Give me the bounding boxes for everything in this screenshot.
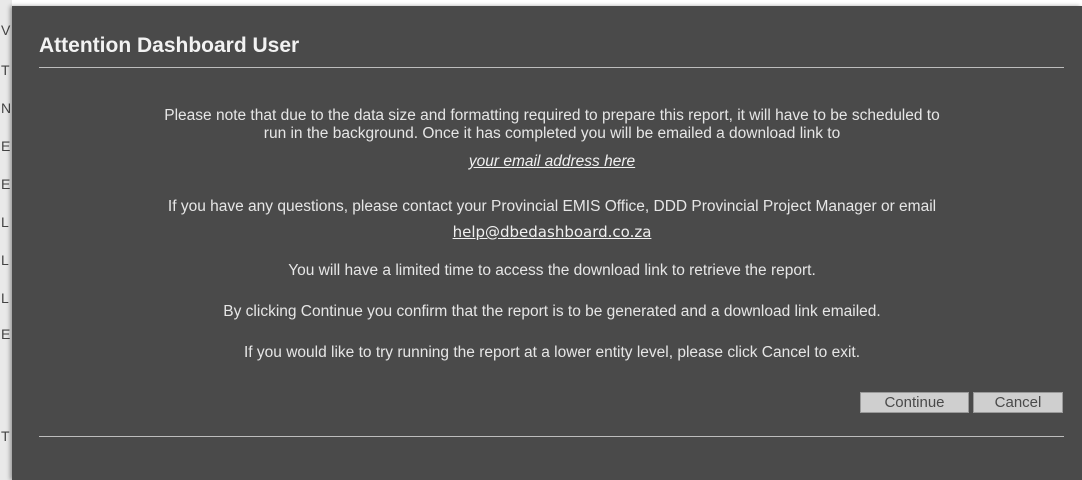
- help-email-link-row: help@dbedashboard.co.za: [27, 223, 1077, 242]
- contact-text: If you have any questions, please contac…: [167, 198, 937, 215]
- background-text: L: [1, 214, 9, 230]
- background-text: N: [1, 100, 12, 116]
- cancel-button[interactable]: Cancel: [973, 392, 1063, 413]
- dialog-title: Attention Dashboard User: [39, 34, 300, 57]
- continue-button[interactable]: Continue: [860, 392, 969, 413]
- limited-time-text: You will have a limited time to access t…: [288, 262, 816, 279]
- background-page: V T N E E L L L E T: [0, 0, 12, 480]
- background-text: L: [1, 252, 9, 268]
- email-address-link-row: your email address here: [27, 153, 1077, 171]
- background-text: T: [1, 62, 10, 78]
- attention-dialog: Attention Dashboard User Please note tha…: [12, 6, 1082, 480]
- background-text: L: [1, 290, 9, 306]
- title-divider: [39, 67, 1064, 68]
- background-text: E: [1, 326, 11, 342]
- report-notice-line-1: Please note that due to the data size an…: [164, 107, 940, 124]
- report-notice-line-2: run in the background. Once it has compl…: [263, 125, 841, 142]
- confirm-text: By clicking Continue you confirm that th…: [223, 303, 881, 320]
- background-text: V: [1, 22, 11, 38]
- lower-level-text: If you would like to try running the rep…: [244, 344, 860, 361]
- background-text: T: [1, 428, 10, 444]
- background-text: E: [1, 176, 11, 192]
- footer-divider: [39, 436, 1064, 437]
- email-address-link[interactable]: your email address here: [469, 153, 635, 170]
- background-text: E: [1, 138, 11, 154]
- help-email-link[interactable]: help@dbedashboard.co.za: [453, 223, 652, 241]
